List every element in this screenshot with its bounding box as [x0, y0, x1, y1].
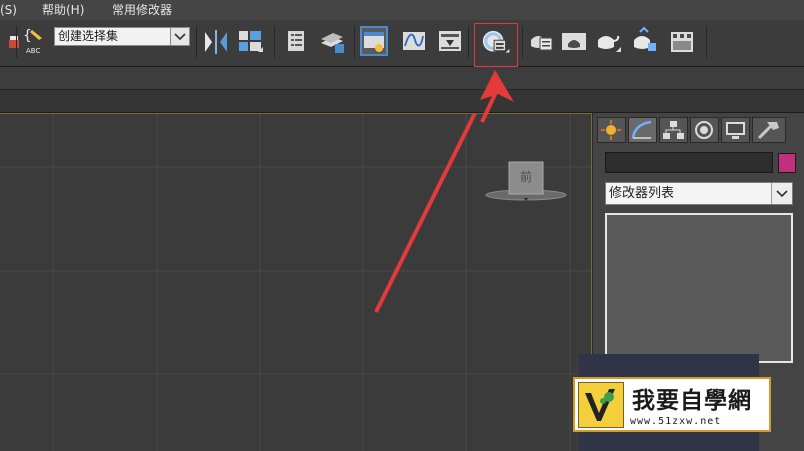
scene-explorer-icon[interactable]: [282, 26, 310, 56]
svg-text:ABC: ABC: [26, 47, 40, 55]
display-tab[interactable]: [721, 117, 750, 143]
motion-tab[interactable]: [690, 117, 719, 143]
ribbon-bar: [0, 67, 804, 90]
annotation-arrowhead-icon: [480, 70, 514, 123]
menu-item-selection[interactable]: (S): [0, 0, 17, 20]
render-setup-icon[interactable]: [526, 26, 554, 56]
render-to-texture-icon[interactable]: [668, 26, 696, 56]
menu-item-help[interactable]: 帮助(H): [42, 0, 84, 20]
curve-editor-icon[interactable]: [400, 26, 428, 56]
svg-text:{: {: [23, 28, 32, 44]
schematic-view-icon[interactable]: [436, 26, 464, 56]
menu-bar: (S) 帮助(H) 常用修改器: [0, 0, 804, 20]
named-selection-set-value: 创建选择集: [58, 29, 119, 43]
render-production-icon[interactable]: [594, 26, 622, 56]
watermark-title: 我要自學網: [632, 388, 752, 414]
toggle-ribbon-icon[interactable]: [360, 26, 388, 56]
object-color-swatch[interactable]: [778, 153, 796, 173]
teapot-render-icon[interactable]: [0, 26, 19, 56]
main-toolbar: { ABC 创建选择集: [0, 20, 804, 67]
align-icon[interactable]: [236, 26, 264, 56]
rendered-frame-window-icon[interactable]: [560, 26, 588, 56]
render-iterative-icon[interactable]: [630, 26, 658, 56]
material-editor-icon[interactable]: [474, 23, 518, 67]
object-name-input[interactable]: [605, 152, 773, 173]
modifier-stack[interactable]: [605, 213, 793, 363]
viewport-perspective[interactable]: 前: [0, 113, 592, 451]
menu-item-common-modifiers[interactable]: 常用修改器: [112, 0, 172, 20]
site-logo-icon: [578, 382, 624, 428]
named-selection-set-dropdown[interactable]: 创建选择集: [54, 27, 190, 46]
hierarchy-tab[interactable]: [659, 117, 688, 143]
create-tab[interactable]: [597, 117, 626, 143]
mirror-icon[interactable]: [202, 26, 230, 56]
watermark-url: www.51zxw.net: [630, 416, 722, 427]
chevron-down-icon[interactable]: [771, 183, 792, 204]
annotation-arrow-icon: [374, 114, 477, 313]
viewport-layout-bar: [0, 90, 804, 113]
modifier-list-label: 修改器列表: [609, 186, 675, 201]
utilities-tab[interactable]: [752, 117, 786, 143]
modify-tab[interactable]: [628, 117, 657, 143]
chevron-down-icon[interactable]: [170, 28, 189, 45]
edit-named-selection-icon[interactable]: { ABC: [20, 26, 48, 56]
modifier-list-dropdown[interactable]: 修改器列表: [605, 182, 793, 205]
watermark: 我要自學網 www.51zxw.net: [573, 377, 771, 432]
layer-manager-icon[interactable]: [318, 26, 346, 56]
